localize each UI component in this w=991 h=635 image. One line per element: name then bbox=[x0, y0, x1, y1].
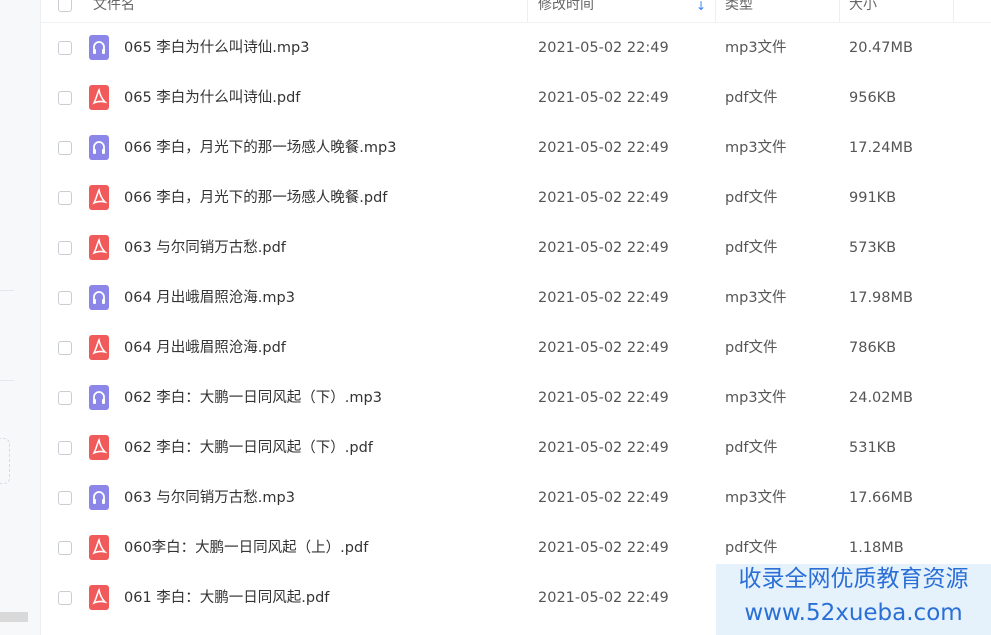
file-name[interactable]: 064 月出峨眉照沧海.pdf bbox=[124, 323, 286, 373]
file-type: pdf文件 bbox=[725, 240, 778, 256]
row-checkbox[interactable] bbox=[58, 41, 72, 55]
file-type: mp3文件 bbox=[725, 140, 787, 156]
sidebar-drop-zone[interactable] bbox=[0, 438, 10, 484]
file-type: pdf文件 bbox=[725, 340, 778, 356]
headphones-icon bbox=[89, 485, 109, 510]
file-row[interactable]: 063 与尔同销万古愁.pdf 2021-05-02 22:49 pdf文件 573K… bbox=[41, 223, 991, 273]
file-list-header: 文件名 修改时间 ↓ 类型 大小 bbox=[41, 0, 991, 23]
row-checkbox[interactable] bbox=[58, 491, 72, 505]
file-type: pdf文件 bbox=[725, 90, 778, 106]
file-row[interactable]: 066 李白，月光下的那一场感人晚餐.mp3 2021-05-02 22:49 mp… bbox=[41, 123, 991, 173]
file-row[interactable]: 066 李白，月光下的那一场感人晚餐.pdf 2021-05-02 22:49 pd… bbox=[41, 173, 991, 223]
file-name[interactable]: 063 与尔同销万古愁.mp3 bbox=[124, 473, 295, 523]
row-checkbox[interactable] bbox=[58, 291, 72, 305]
watermark-slogan: 收录全网优质教育资源 bbox=[738, 566, 969, 592]
file-name[interactable]: 065 李白为什么叫诗仙.mp3 bbox=[124, 23, 309, 73]
modified-time: 2021-05-02 22:49 bbox=[538, 440, 669, 456]
file-size: 531KB bbox=[849, 440, 897, 456]
column-header-size[interactable]: 大小 bbox=[849, 0, 877, 22]
column-divider[interactable] bbox=[527, 0, 528, 22]
file-size: 17.24MB bbox=[849, 140, 913, 156]
file-size: 573KB bbox=[849, 240, 897, 256]
watermark-banner: 收录全网优质教育资源 www.52xueba.com bbox=[716, 564, 991, 635]
row-checkbox[interactable] bbox=[58, 91, 72, 105]
file-type: mp3文件 bbox=[725, 40, 787, 56]
pdf-icon bbox=[89, 585, 109, 610]
column-divider[interactable] bbox=[715, 0, 716, 22]
file-name[interactable]: 065 李白为什么叫诗仙.pdf bbox=[124, 73, 300, 123]
pdf-icon bbox=[89, 185, 109, 210]
modified-time: 2021-05-02 22:49 bbox=[538, 240, 669, 256]
file-list: 文件名 修改时间 ↓ 类型 大小 065 李白为什么叫诗仙.mp3 2021-05… bbox=[41, 0, 991, 635]
modified-time: 2021-05-02 22:49 bbox=[538, 290, 669, 306]
modified-time: 2021-05-02 22:49 bbox=[538, 590, 669, 606]
file-name[interactable]: 063 与尔同销万古愁.pdf bbox=[124, 223, 286, 273]
row-checkbox[interactable] bbox=[58, 141, 72, 155]
file-row[interactable]: 065 李白为什么叫诗仙.mp3 2021-05-02 22:49 mp3文件 20.… bbox=[41, 23, 991, 73]
modified-time: 2021-05-02 22:49 bbox=[538, 390, 669, 406]
file-row[interactable]: 064 月出峨眉照沧海.mp3 2021-05-02 22:49 mp3文件 17.9… bbox=[41, 273, 991, 323]
file-size: 17.66MB bbox=[849, 490, 913, 506]
file-type: mp3文件 bbox=[725, 390, 787, 406]
file-type: mp3文件 bbox=[725, 290, 787, 306]
headphones-icon bbox=[89, 385, 109, 410]
file-row[interactable]: 065 李白为什么叫诗仙.pdf 2021-05-02 22:49 pdf文件 956… bbox=[41, 73, 991, 123]
file-size: 20.47MB bbox=[849, 40, 913, 56]
file-type: pdf文件 bbox=[725, 440, 778, 456]
file-name[interactable]: 061 李白：大鹏一日同风起.pdf bbox=[124, 573, 329, 623]
file-name[interactable]: 062 李白：大鹏一日同风起（下）.pdf bbox=[124, 423, 373, 473]
modified-time: 2021-05-02 22:49 bbox=[538, 140, 669, 156]
headphones-icon bbox=[89, 135, 109, 160]
file-size: 786KB bbox=[849, 340, 897, 356]
select-all-checkbox[interactable] bbox=[58, 0, 72, 12]
row-checkbox[interactable] bbox=[58, 241, 72, 255]
pdf-icon bbox=[89, 435, 109, 460]
horizontal-scrollbar[interactable] bbox=[0, 612, 28, 622]
file-size: 956KB bbox=[849, 90, 897, 106]
pdf-icon bbox=[89, 85, 109, 110]
file-row[interactable]: 062 李白：大鹏一日同风起（下）.pdf 2021-05-02 22:49 pdf… bbox=[41, 423, 991, 473]
modified-time: 2021-05-02 22:49 bbox=[538, 40, 669, 56]
modified-time: 2021-05-02 22:49 bbox=[538, 540, 669, 556]
watermark-url: www.52xueba.com bbox=[744, 600, 963, 626]
file-size: 17.98MB bbox=[849, 290, 913, 306]
arrow-down-icon[interactable]: ↓ bbox=[696, 0, 706, 12]
column-header-name[interactable]: 文件名 bbox=[93, 0, 135, 22]
pdf-icon bbox=[89, 535, 109, 560]
sidebar-divider bbox=[0, 290, 14, 291]
file-name[interactable]: 066 李白，月光下的那一场感人晚餐.pdf bbox=[124, 173, 387, 223]
row-checkbox[interactable] bbox=[58, 191, 72, 205]
file-row[interactable]: 063 与尔同销万古愁.mp3 2021-05-02 22:49 mp3文件 17.6… bbox=[41, 473, 991, 523]
sidebar-divider bbox=[0, 380, 14, 381]
headphones-icon bbox=[89, 35, 109, 60]
row-checkbox[interactable] bbox=[58, 541, 72, 555]
row-checkbox[interactable] bbox=[58, 391, 72, 405]
headphones-icon bbox=[89, 285, 109, 310]
row-checkbox[interactable] bbox=[58, 441, 72, 455]
modified-time: 2021-05-02 22:49 bbox=[538, 340, 669, 356]
row-checkbox[interactable] bbox=[58, 591, 72, 605]
column-divider[interactable] bbox=[953, 0, 954, 22]
file-name[interactable]: 064 月出峨眉照沧海.mp3 bbox=[124, 273, 295, 323]
pdf-icon bbox=[89, 335, 109, 360]
file-name[interactable]: 062 李白：大鹏一日同风起（下）.mp3 bbox=[124, 373, 382, 423]
modified-time: 2021-05-02 22:49 bbox=[538, 90, 669, 106]
file-name[interactable]: 060李白：大鹏一日同风起（上）.pdf bbox=[124, 523, 368, 573]
modified-time: 2021-05-02 22:49 bbox=[538, 490, 669, 506]
file-row[interactable]: 064 月出峨眉照沧海.pdf 2021-05-02 22:49 pdf文件 786K… bbox=[41, 323, 991, 373]
column-divider[interactable] bbox=[839, 0, 840, 22]
pdf-icon bbox=[89, 235, 109, 260]
column-header-time[interactable]: 修改时间 bbox=[538, 0, 594, 22]
left-sidebar bbox=[0, 0, 41, 635]
file-size: 991KB bbox=[849, 190, 897, 206]
modified-time: 2021-05-02 22:49 bbox=[538, 190, 669, 206]
column-header-type[interactable]: 类型 bbox=[725, 0, 753, 22]
file-type: pdf文件 bbox=[725, 190, 778, 206]
row-checkbox[interactable] bbox=[58, 341, 72, 355]
file-name[interactable]: 066 李白，月光下的那一场感人晚餐.mp3 bbox=[124, 123, 396, 173]
file-row[interactable]: 062 李白：大鹏一日同风起（下）.mp3 2021-05-02 22:49 mp3… bbox=[41, 373, 991, 423]
file-size: 24.02MB bbox=[849, 390, 913, 406]
file-type: mp3文件 bbox=[725, 490, 787, 506]
